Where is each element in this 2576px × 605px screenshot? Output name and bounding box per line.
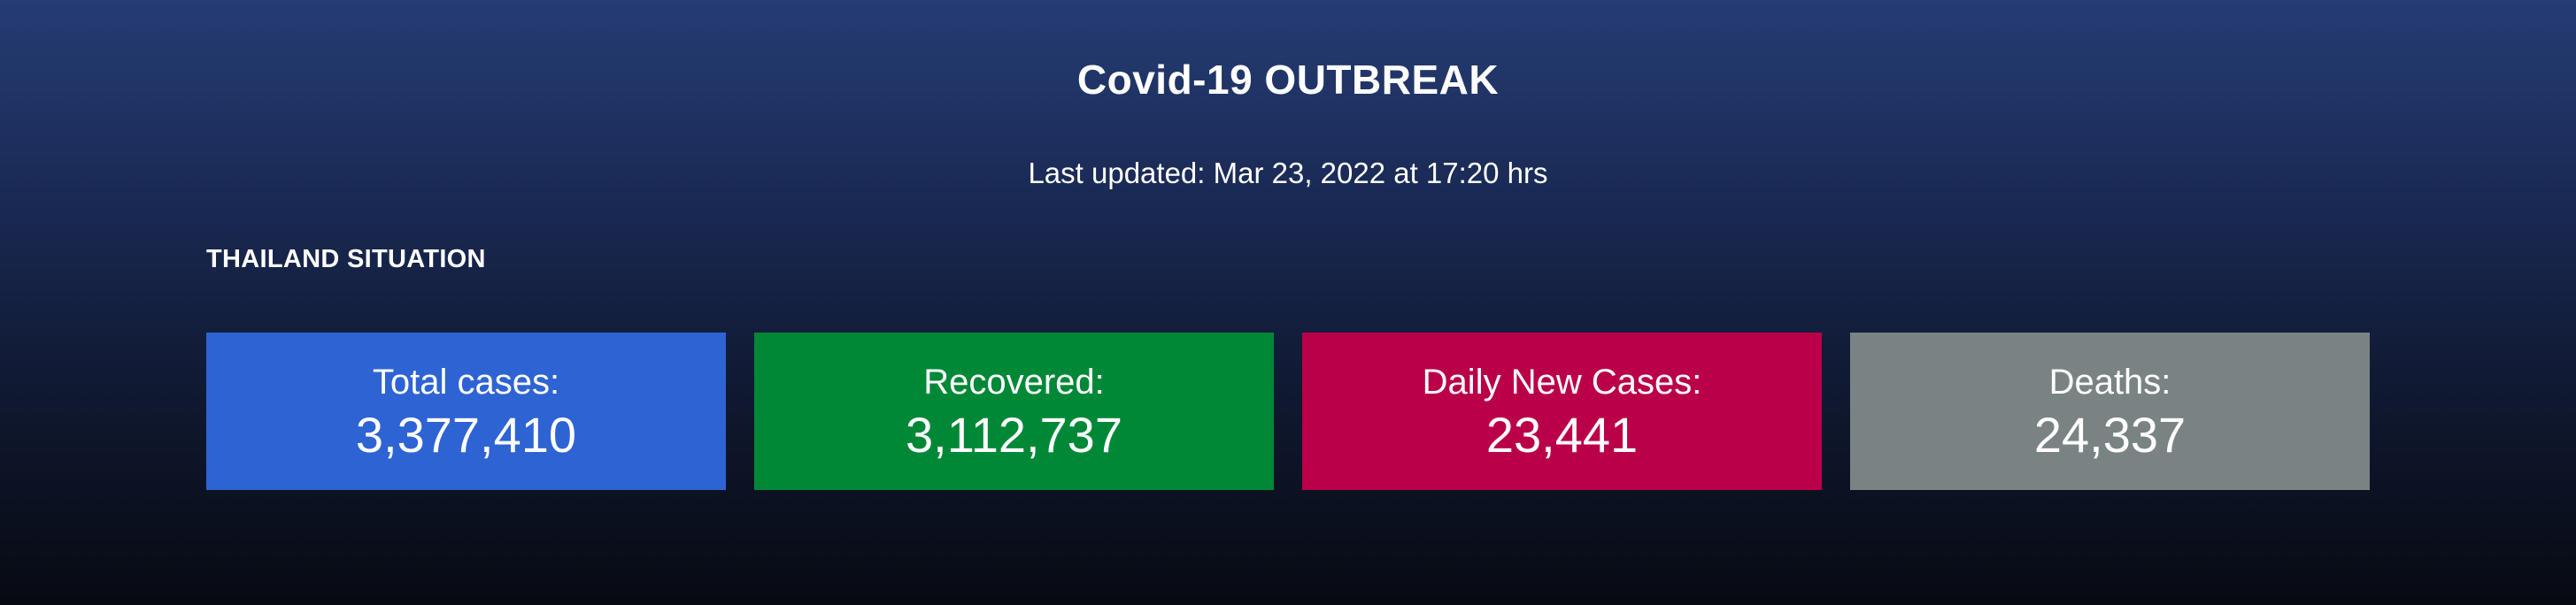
stats-cards: Total cases: 3,377,410 Recovered: 3,112,… (206, 333, 2370, 490)
card-value: 24,337 (2033, 407, 2187, 463)
card-value: 3,377,410 (355, 407, 577, 463)
daily-new-cases-card: Daily New Cases: 23,441 (1302, 333, 1822, 490)
page-title: Covid-19 OUTBREAK (1076, 57, 1500, 103)
card-value: 3,112,737 (906, 407, 1122, 463)
card-label: Recovered: (923, 363, 1105, 402)
deaths-card: Deaths: 24,337 (1850, 333, 2370, 490)
card-value: 23,441 (1485, 407, 1639, 463)
card-label: Total cases: (372, 363, 560, 402)
recovered-card: Recovered: 3,112,737 (754, 333, 1274, 490)
last-updated-text: Last updated: Mar 23, 2022 at 17:20 hrs (1028, 157, 1548, 189)
card-label: Daily New Cases: (1422, 363, 1702, 402)
total-cases-card: Total cases: 3,377,410 (206, 333, 726, 490)
dashboard-page: { "header": { "title": "Covid-19 OUTBREA… (0, 0, 2576, 605)
section-title: THAILAND SITUATION (206, 245, 486, 273)
card-label: Deaths: (2048, 363, 2171, 402)
